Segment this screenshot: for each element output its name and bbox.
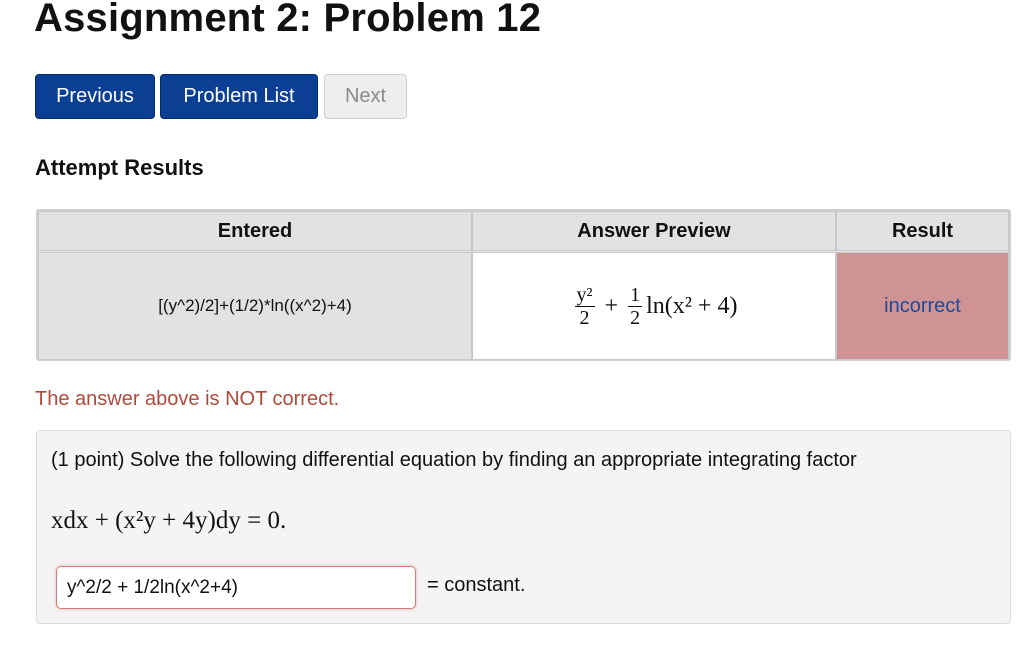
fraction-numerator: y² [574,283,595,307]
page-title: Assignment 2: Problem 12 [34,0,542,40]
fraction-denominator: 2 [579,306,590,329]
plus-sign: + [604,292,619,319]
result-cell: incorrect [836,252,1009,360]
previous-button[interactable]: Previous [35,74,155,119]
fraction-numerator: 1 [628,283,643,307]
header-result: Result [836,211,1009,251]
constant-label: = constant. [427,574,526,596]
fraction-y2-over-2: y² 2 [574,283,595,329]
feedback-message: The answer above is NOT correct. [35,388,340,410]
next-button[interactable]: Next [324,74,407,119]
problem-equation: xdx + (x²y + 4y)dy = 0. [51,507,287,534]
attempt-results-heading: Attempt Results [35,155,204,180]
header-entered: Entered [38,211,472,251]
ln-expression: ln(x² + 4) [646,292,738,319]
answer-preview-cell: y² 2 + 1 2 ln(x² + 4) [472,252,836,360]
result-status: incorrect [884,294,961,317]
header-answer-preview: Answer Preview [472,211,836,251]
problem-statement: (1 point) Solve the following differenti… [51,449,857,471]
entered-cell: [(y^2)/2]+(1/2)*ln((x^2)+4) [38,252,472,360]
results-table: Entered Answer Preview Result [(y^2)/2]+… [36,209,1011,361]
fraction-denominator: 2 [630,306,641,329]
problem-box: (1 point) Solve the following differenti… [36,430,1011,624]
answer-input[interactable] [56,566,416,609]
entered-answer: [(y^2)/2]+(1/2)*ln((x^2)+4) [158,296,352,315]
fraction-1-over-2: 1 2 [628,283,643,329]
answer-preview-math: y² 2 + 1 2 ln(x² + 4) [571,283,738,329]
page: Assignment 2: Problem 12 Previous Proble… [0,0,1024,652]
problem-list-button[interactable]: Problem List [160,74,318,119]
